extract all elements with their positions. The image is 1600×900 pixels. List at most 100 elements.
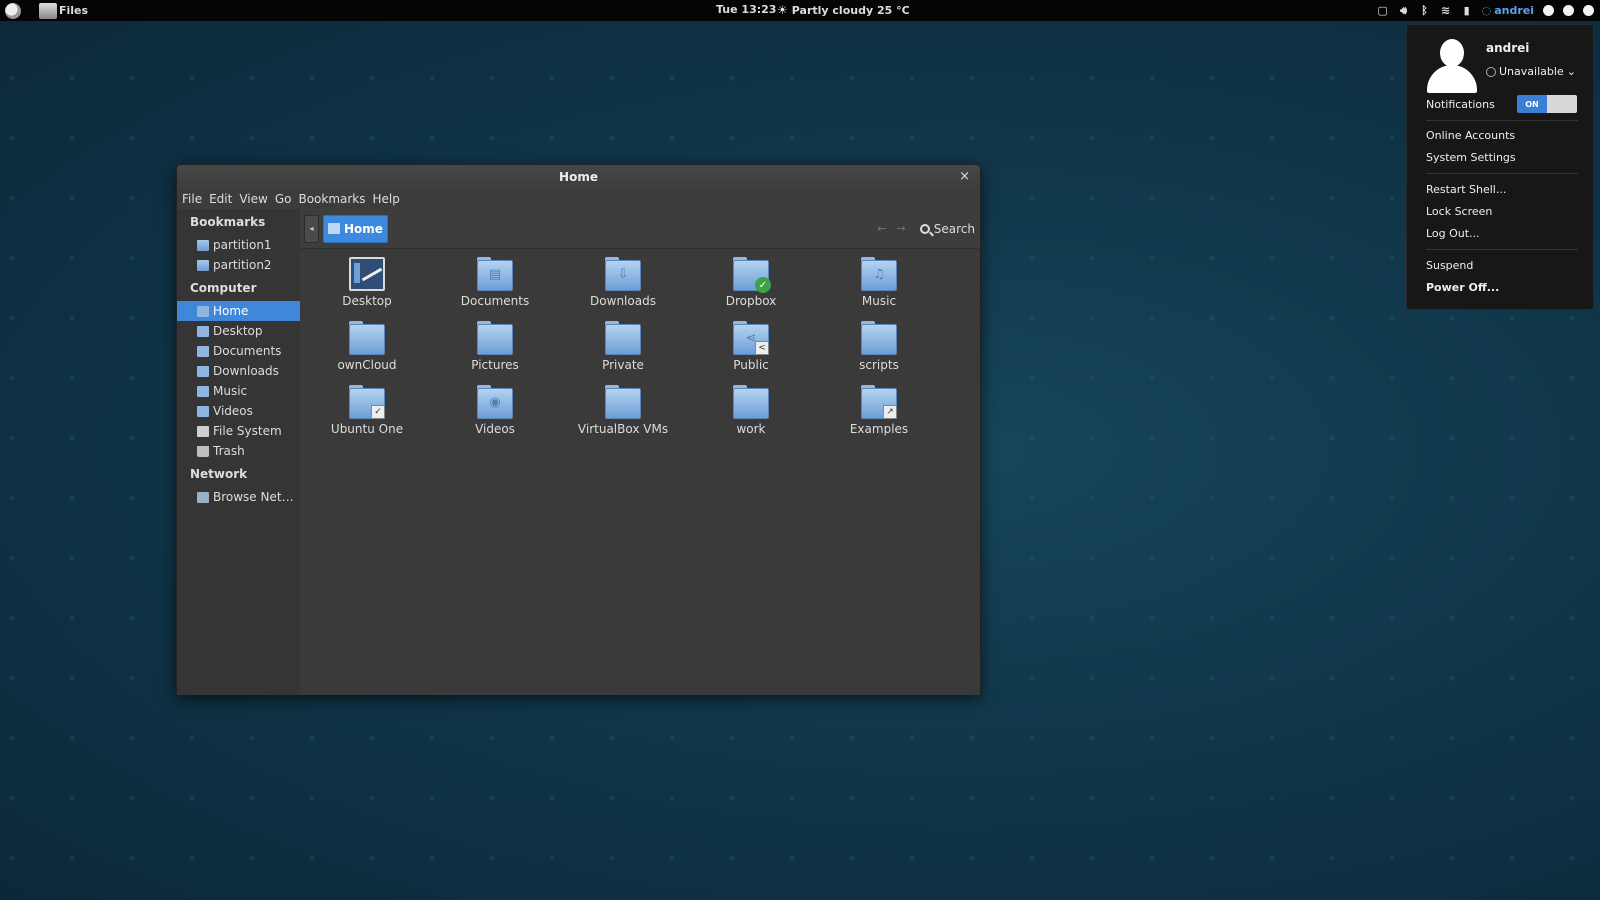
path-back-button[interactable]: ◂ [304, 214, 319, 243]
menubar: File Edit View Go Bookmarks Help [177, 189, 980, 209]
folder-icon [605, 321, 641, 355]
drive-icon [197, 425, 209, 437]
file-label: Videos [475, 422, 515, 436]
power-off-item[interactable]: Power Off... [1426, 281, 1499, 294]
file-item-music[interactable]: ♫ Music [815, 257, 943, 308]
search-label: Search [933, 221, 975, 236]
file-item-downloads[interactable]: ⇩ Downloads [559, 257, 687, 308]
bluetooth-icon[interactable]: ᛒ [1419, 4, 1431, 17]
file-label: Documents [460, 294, 530, 308]
sidebar-item-documents[interactable]: Documents [177, 341, 300, 361]
folder-icon [349, 321, 385, 355]
file-item-owncloud[interactable]: ownCloud [303, 321, 431, 372]
sidebar-item-partition1[interactable]: partition1 [177, 235, 300, 255]
volume-icon[interactable]: 🔊︎ [1398, 4, 1410, 17]
file-item-examples[interactable]: ↗ Examples [815, 385, 943, 436]
symlink-folder-icon: ↗ [861, 385, 897, 419]
sidebar-item-file-system[interactable]: File System [177, 421, 300, 441]
file-item-virtualbox-vms[interactable]: VirtualBox VMs [559, 385, 687, 436]
app-menu[interactable]: Files [39, 2, 88, 19]
user-menu-popup: andrei Unavailable ⌄ Notifications ON On… [1406, 24, 1594, 310]
trash-icon [197, 445, 209, 457]
documents-folder-icon: ▤ [477, 257, 513, 291]
activities-icon[interactable] [5, 2, 21, 19]
back-arrow-icon[interactable]: ← [877, 222, 886, 235]
log-out-item[interactable]: Log Out... [1426, 227, 1480, 240]
sidebar-item-desktop[interactable]: Desktop [177, 321, 300, 341]
folder-icon [197, 259, 209, 271]
close-icon[interactable]: × [959, 169, 970, 184]
notifications-toggle[interactable]: ON [1517, 95, 1577, 113]
sidebar-item-trash[interactable]: Trash [177, 441, 300, 461]
file-label: VirtualBox VMs [577, 422, 669, 436]
sidebar-item-label: Browse Net… [213, 490, 294, 504]
indicator-dot-icon[interactable] [1583, 5, 1594, 16]
sidebar-item-videos[interactable]: Videos [177, 401, 300, 421]
downloads-folder-icon: ⇩ [605, 257, 641, 291]
sidebar-item-label: Downloads [213, 364, 279, 378]
sidebar-item-music[interactable]: Music [177, 381, 300, 401]
clock[interactable]: Tue 13:23 [716, 3, 776, 16]
toolbar: ◂ Home ← → Search [300, 209, 980, 249]
menu-go[interactable]: Go [275, 192, 292, 206]
restart-shell-item[interactable]: Restart Shell... [1426, 183, 1506, 196]
dropbox-folder-icon: ✓ [733, 257, 771, 293]
share-emblem-icon: < [755, 341, 769, 355]
ubuntu-one-folder-icon: ✓ [349, 385, 385, 419]
sidebar-item-label: Music [213, 384, 248, 398]
sidebar-item-downloads[interactable]: Downloads [177, 361, 300, 381]
file-item-ubuntu-one[interactable]: ✓ Ubuntu One [303, 385, 431, 436]
system-settings-item[interactable]: System Settings [1426, 151, 1516, 164]
sidebar-item-browse-network[interactable]: Browse Net… [177, 487, 300, 507]
file-label: Pictures [471, 358, 519, 372]
status-dropdown[interactable]: Unavailable ⌄ [1486, 65, 1576, 78]
file-item-public[interactable]: ⋖ < Public [687, 321, 815, 372]
lock-screen-item[interactable]: Lock Screen [1426, 205, 1492, 218]
window-titlebar[interactable]: Home × [177, 165, 980, 189]
user-menu-button[interactable]: ◌ andrei [1482, 4, 1534, 17]
sidebar-item-label: partition2 [213, 258, 272, 272]
file-item-dropbox[interactable]: ✓ Dropbox [687, 257, 815, 308]
user-name: andrei [1486, 41, 1530, 55]
sidebar-item-label: Trash [213, 444, 245, 458]
divider [1426, 173, 1578, 174]
clipboard-icon[interactable]: ▢ [1377, 4, 1389, 17]
sidebar-item-label: Home [213, 304, 249, 318]
videos-folder-icon [197, 405, 209, 417]
network-icon [197, 491, 209, 503]
menu-view[interactable]: View [239, 192, 267, 206]
music-folder-icon: ♫ [861, 257, 897, 291]
file-item-pictures[interactable]: Pictures [431, 321, 559, 372]
battery-icon[interactable]: ▮ [1461, 4, 1473, 17]
sidebar-header-network: Network [190, 467, 248, 481]
sidebar-item-label: Documents [213, 344, 282, 358]
sidebar-item-home[interactable]: Home [177, 301, 300, 321]
search-icon [919, 223, 930, 234]
menu-file[interactable]: File [182, 192, 202, 206]
file-item-scripts[interactable]: scripts [815, 321, 943, 372]
indicator-dot-icon[interactable] [1543, 5, 1554, 16]
menu-bookmarks[interactable]: Bookmarks [298, 192, 365, 206]
menu-edit[interactable]: Edit [209, 192, 232, 206]
file-label: Public [733, 358, 769, 372]
sidebar-item-partition2[interactable]: partition2 [177, 255, 300, 275]
breadcrumb-home[interactable]: Home [323, 214, 388, 243]
wifi-icon[interactable]: ≋ [1440, 4, 1452, 17]
forward-arrow-icon[interactable]: → [897, 222, 906, 235]
search-button[interactable]: Search [919, 221, 975, 236]
sidebar: Bookmarks partition1 partition2 Computer… [177, 209, 300, 695]
file-label: Examples [849, 422, 909, 436]
indicator-dot-icon[interactable] [1563, 5, 1574, 16]
file-item-videos[interactable]: ◉ Videos [431, 385, 559, 436]
file-item-desktop[interactable]: Desktop [303, 257, 431, 308]
home-icon [328, 223, 340, 234]
check-emblem-icon: ✓ [371, 405, 385, 419]
notifications-label: Notifications [1426, 98, 1495, 111]
weather-indicator[interactable]: ☀ Partly cloudy 25 °C [777, 3, 910, 17]
file-item-documents[interactable]: ▤ Documents [431, 257, 559, 308]
suspend-item[interactable]: Suspend [1426, 259, 1473, 272]
file-item-work[interactable]: work [687, 385, 815, 436]
online-accounts-item[interactable]: Online Accounts [1426, 129, 1515, 142]
file-item-private[interactable]: Private [559, 321, 687, 372]
menu-help[interactable]: Help [373, 192, 400, 206]
